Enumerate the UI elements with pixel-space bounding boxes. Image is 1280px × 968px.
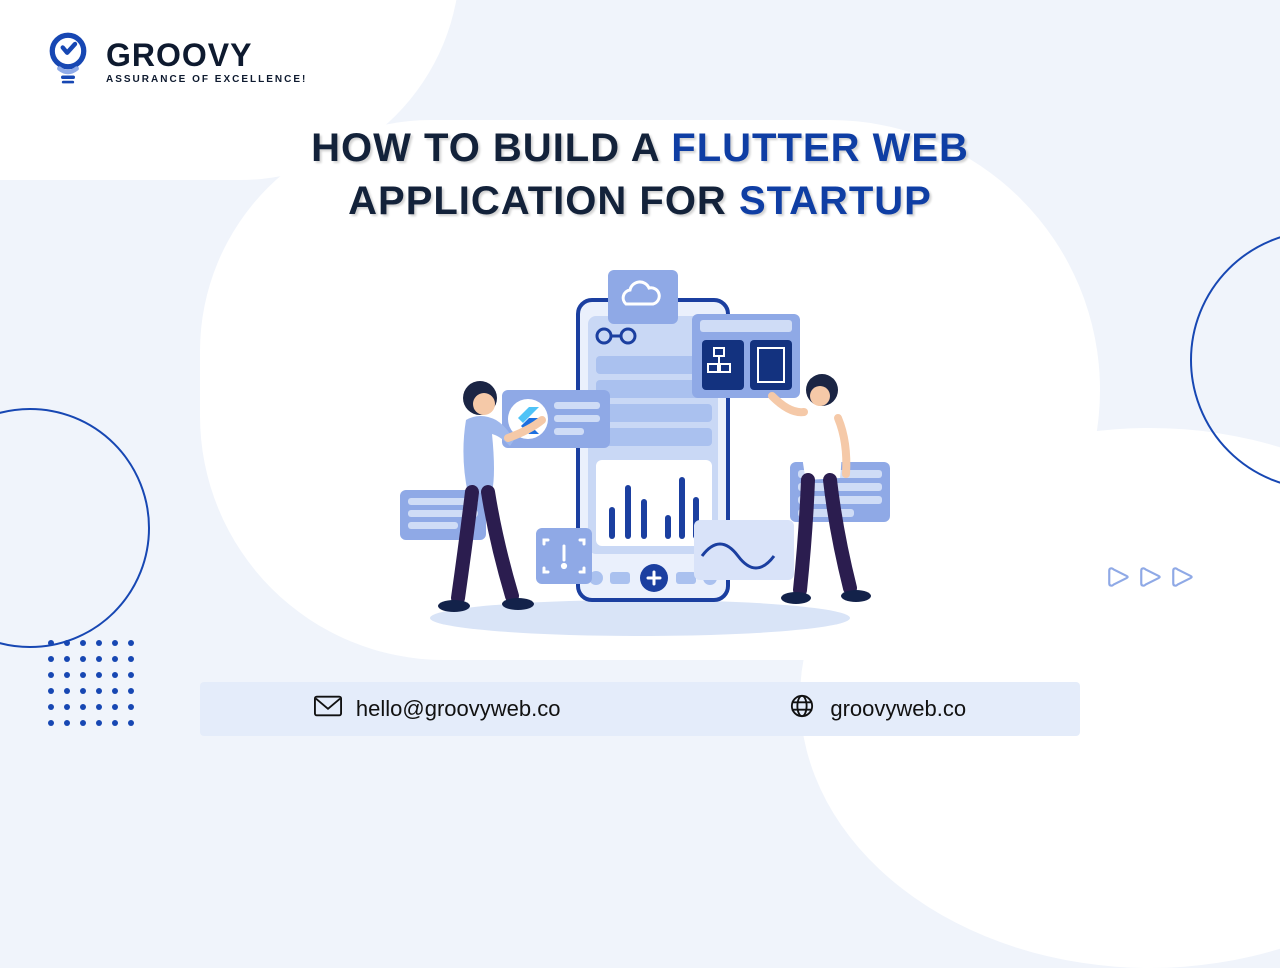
contact-email: hello@groovyweb.co	[314, 694, 561, 724]
globe-icon	[788, 694, 816, 724]
brand-logo: GROOVY ASSURANCE OF EXCELLENCE!	[40, 30, 307, 91]
bg-arc-left	[0, 408, 150, 648]
email-text: hello@groovyweb.co	[356, 696, 561, 722]
page-title: HOW TO BUILD A FLUTTER WEB APPLICATION F…	[0, 126, 1280, 224]
title-part-1: HOW TO BUILD A	[311, 126, 671, 170]
dot-pattern-bottom-right	[1082, 708, 1232, 726]
hero-illustration	[380, 270, 900, 640]
contact-website: groovyweb.co	[788, 694, 966, 724]
dot-pattern-top-right	[1082, 36, 1232, 54]
title-part-4: STARTUP	[739, 179, 932, 223]
brand-tagline: ASSURANCE OF EXCELLENCE!	[106, 74, 307, 85]
title-part-3: APPLICATION FOR	[348, 179, 739, 223]
website-text: groovyweb.co	[830, 696, 966, 722]
lightbulb-icon	[40, 30, 96, 91]
title-part-2: FLUTTER WEB	[671, 126, 969, 170]
dot-pattern-bottom-left	[48, 640, 134, 726]
play-icons	[1106, 564, 1196, 590]
contact-bar: hello@groovyweb.co groovyweb.co	[200, 682, 1080, 736]
mail-icon	[314, 694, 342, 724]
brand-name: GROOVY	[106, 37, 307, 74]
